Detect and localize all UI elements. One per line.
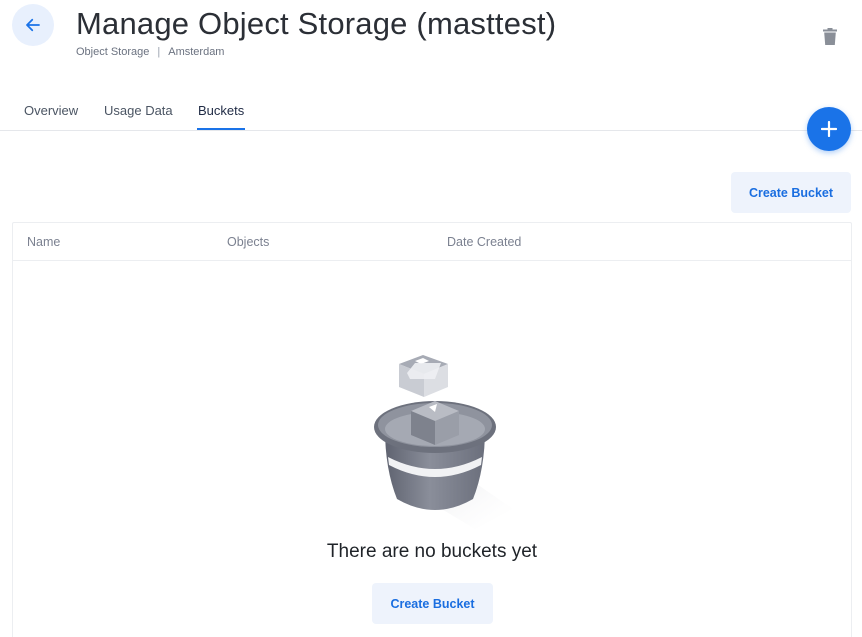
tab-usage-data[interactable]: Usage Data	[104, 103, 173, 118]
breadcrumb: Object Storage | Amsterdam	[76, 46, 224, 58]
column-header-name[interactable]: Name	[27, 235, 60, 249]
back-button[interactable]	[12, 4, 54, 46]
tab-overview[interactable]: Overview	[24, 103, 78, 118]
create-bucket-button[interactable]: Create Bucket	[731, 172, 851, 213]
column-header-objects[interactable]: Objects	[227, 235, 269, 249]
page-title: Manage Object Storage (masttest)	[76, 6, 557, 41]
tab-buckets[interactable]: Buckets	[198, 103, 244, 118]
plus-icon	[821, 121, 837, 137]
breadcrumb-region: Amsterdam	[168, 46, 225, 58]
breadcrumb-service: Object Storage	[76, 46, 150, 58]
table-header: Name Objects Date Created	[13, 223, 851, 261]
column-header-date-created[interactable]: Date Created	[447, 235, 521, 249]
empty-state-message: There are no buckets yet	[326, 541, 538, 562]
arrow-left-icon	[26, 18, 40, 32]
active-tab-indicator	[197, 128, 245, 130]
bucket-illustration	[374, 355, 513, 529]
trash-icon	[823, 27, 837, 45]
add-fab-button[interactable]	[807, 107, 851, 151]
delete-button[interactable]	[818, 24, 842, 48]
empty-state-create-bucket-button[interactable]: Create Bucket	[372, 583, 493, 624]
tab-bar: Overview Usage Data Buckets	[0, 90, 862, 131]
buckets-table: Name Objects Date Created There are no b…	[12, 222, 852, 637]
breadcrumb-separator: |	[157, 46, 161, 58]
